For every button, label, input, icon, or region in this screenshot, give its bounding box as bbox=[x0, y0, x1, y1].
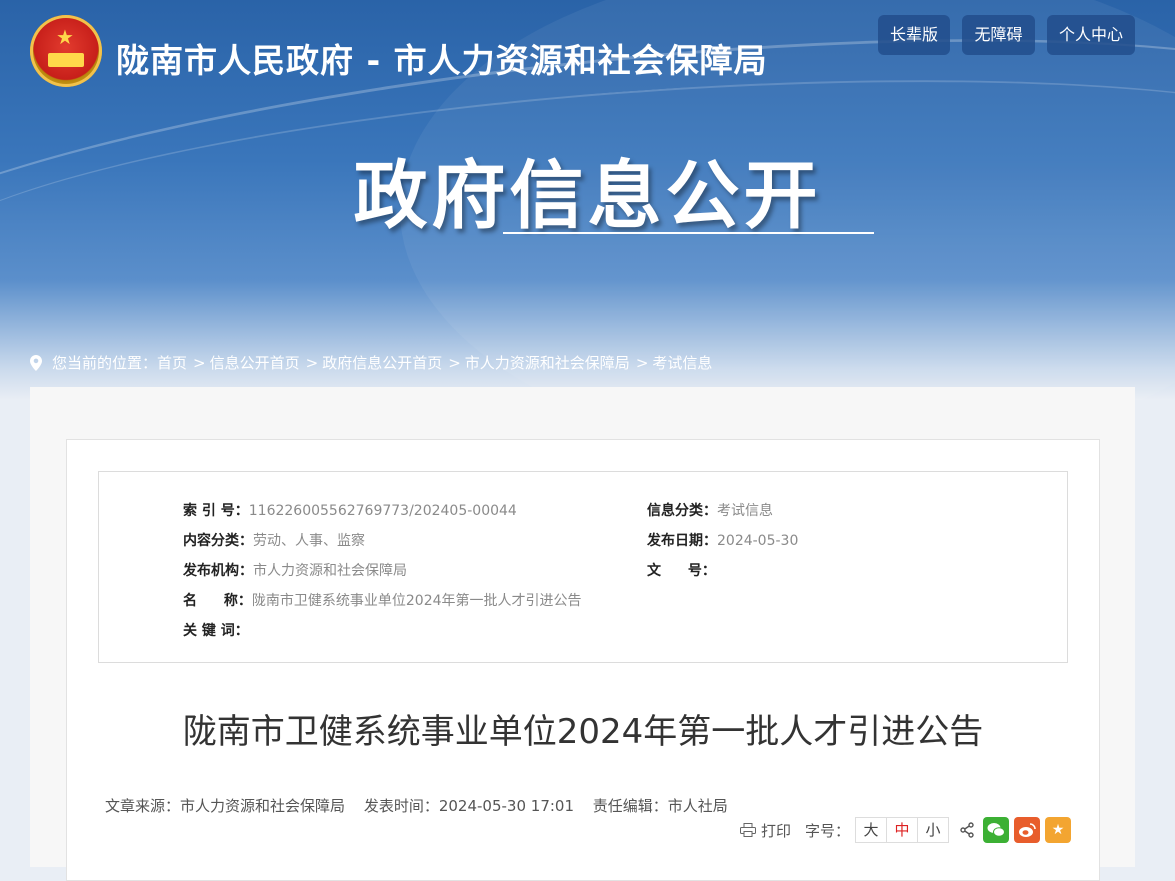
breadcrumb-exam-info[interactable]: 考试信息 bbox=[652, 352, 712, 373]
font-size-label: 字号： bbox=[805, 821, 851, 840]
metadata-table: 索 引 号：116226005562769773/202405-00044 信息… bbox=[98, 471, 1068, 663]
tiananmen-icon bbox=[48, 53, 84, 67]
editor-label: 责任编辑： bbox=[592, 797, 668, 815]
meta-label: 文 号： bbox=[647, 563, 716, 579]
print-icon[interactable] bbox=[740, 823, 756, 837]
meta-value: 116226005562769773/202405-00044 bbox=[248, 503, 517, 519]
meta-publish-date: 发布日期：2024-05-30 bbox=[647, 530, 798, 550]
elderly-mode-button[interactable]: 长辈版 bbox=[878, 15, 950, 55]
section-title: 政府信息公开 bbox=[353, 153, 822, 239]
breadcrumb-separator: > bbox=[635, 353, 649, 372]
font-size-small-button[interactable]: 小 bbox=[917, 817, 950, 843]
meta-publisher: 发布机构：市人力资源和社会保障局 bbox=[183, 560, 407, 580]
site-title[interactable]: 陇南市人民政府 - 市人力资源和社会保障局 bbox=[116, 34, 768, 82]
meta-label: 发布机构： bbox=[183, 563, 253, 579]
favorite-star-icon[interactable]: ★ bbox=[1045, 817, 1072, 843]
national-emblem-logo: ★ bbox=[30, 15, 102, 87]
time-value: 2024-05-30 17:01 bbox=[438, 797, 574, 815]
breadcrumb-prefix: 您当前的位置： bbox=[52, 354, 158, 372]
meta-value: 考试信息 bbox=[717, 503, 773, 519]
share-icon[interactable] bbox=[959, 822, 975, 838]
location-pin-icon bbox=[30, 354, 42, 371]
breadcrumb-separator: > bbox=[193, 353, 206, 372]
meta-category: 信息分类：考试信息 bbox=[647, 500, 773, 520]
breadcrumb-separator: > bbox=[448, 353, 461, 372]
breadcrumb-info-home[interactable]: 信息公开首页 bbox=[210, 352, 300, 373]
meta-keywords: 关 键 词： bbox=[183, 620, 249, 640]
header-banner: ★ 陇南市人民政府 - 市人力资源和社会保障局 长辈版 无障碍 个人中心 政府信… bbox=[0, 0, 1175, 400]
accessibility-button[interactable]: 无障碍 bbox=[962, 15, 1035, 55]
star-icon: ★ bbox=[56, 25, 74, 49]
meta-label: 信息分类： bbox=[647, 503, 717, 519]
time-label: 发表时间： bbox=[363, 797, 439, 815]
meta-name: 名 称：陇南市卫健系统事业单位2024年第一批人才引进公告 bbox=[183, 590, 582, 610]
article-card: 索 引 号：116226005562769773/202405-00044 信息… bbox=[66, 439, 1100, 881]
breadcrumb-separator: > bbox=[305, 353, 319, 372]
meta-doc-no: 文 号： bbox=[647, 560, 716, 580]
wechat-share-icon[interactable] bbox=[983, 817, 1010, 843]
title-underline bbox=[503, 232, 874, 234]
article-tools: 打印 字号： 大 中 小 ★ bbox=[740, 817, 1072, 843]
meta-value: 劳动、人事、监察 bbox=[253, 533, 365, 549]
meta-value: 陇南市卫健系统事业单位2024年第一批人才引进公告 bbox=[251, 593, 582, 609]
meta-index-no: 索 引 号：116226005562769773/202405-00044 bbox=[183, 500, 517, 520]
editor-value: 市人社局 bbox=[667, 797, 728, 815]
content-panel: 索 引 号：116226005562769773/202405-00044 信息… bbox=[30, 387, 1135, 881]
article-info: 文章来源：市人力资源和社会保障局 发表时间：2024-05-30 17:01 责… bbox=[105, 795, 728, 816]
meta-label: 发布日期： bbox=[647, 533, 717, 549]
article-title: 陇南市卫健系统事业单位2024年第一批人才引进公告 bbox=[182, 712, 984, 752]
weibo-share-icon[interactable] bbox=[1014, 817, 1041, 843]
meta-content-class: 内容分类：劳动、人事、监察 bbox=[183, 530, 365, 550]
breadcrumb: 您当前的位置： 首页 > 信息公开首页 > 政府信息公开首页 > 市人力资源和社… bbox=[30, 352, 712, 373]
meta-value: 市人力资源和社会保障局 bbox=[253, 563, 407, 579]
meta-label: 索 引 号： bbox=[183, 503, 249, 519]
personal-center-button[interactable]: 个人中心 bbox=[1047, 15, 1135, 55]
meta-label: 名 称： bbox=[183, 593, 252, 609]
font-size-large-button[interactable]: 大 bbox=[855, 817, 888, 843]
source-value: 市人力资源和社会保障局 bbox=[180, 797, 346, 815]
breadcrumb-bureau[interactable]: 市人力资源和社会保障局 bbox=[465, 352, 630, 373]
meta-value: 2024-05-30 bbox=[717, 533, 799, 549]
breadcrumb-gov-info-home[interactable]: 政府信息公开首页 bbox=[322, 352, 442, 373]
print-button[interactable]: 打印 bbox=[761, 820, 791, 841]
source-label: 文章来源： bbox=[105, 797, 181, 815]
meta-label: 内容分类： bbox=[183, 533, 253, 549]
meta-label: 关 键 词： bbox=[183, 623, 249, 639]
breadcrumb-home[interactable]: 首页 bbox=[157, 352, 187, 373]
font-size-medium-button[interactable]: 中 bbox=[886, 817, 919, 843]
